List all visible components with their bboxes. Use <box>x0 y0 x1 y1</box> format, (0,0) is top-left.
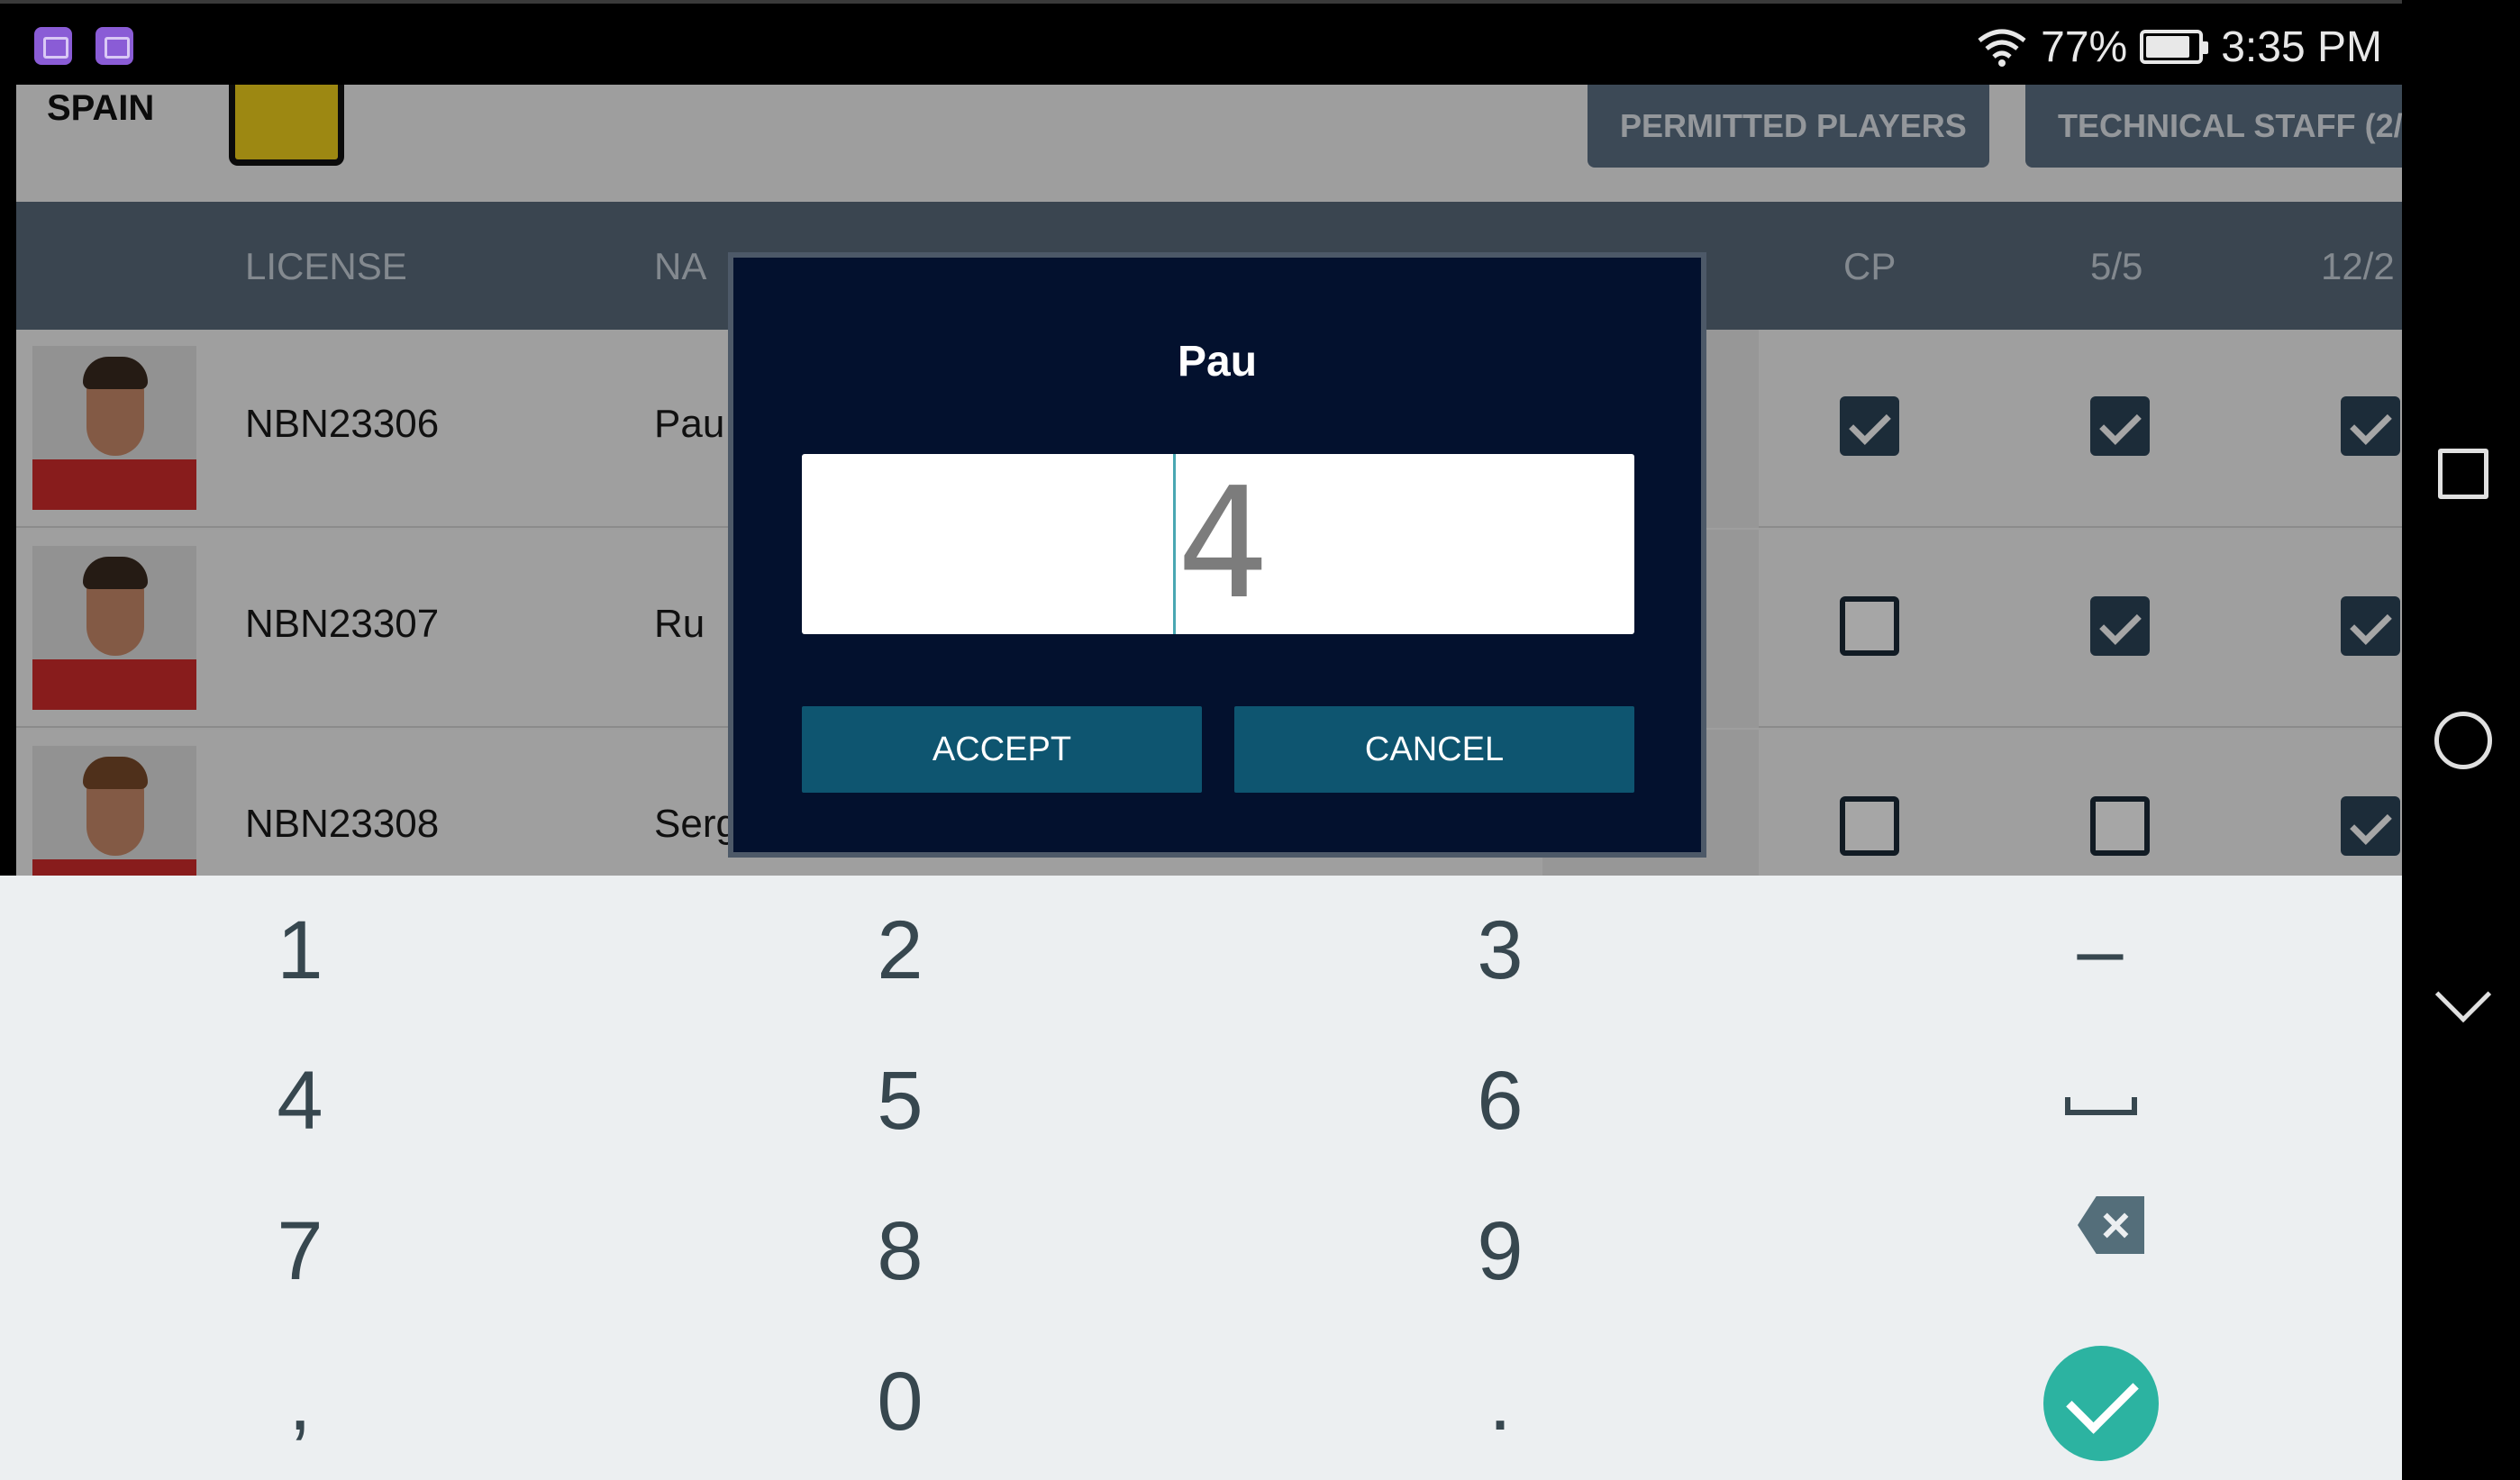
recent-apps-icon[interactable] <box>2438 449 2488 499</box>
check-icon[interactable] <box>2043 1346 2159 1461</box>
home-icon[interactable] <box>2434 712 2492 769</box>
key-2[interactable]: 2 <box>600 876 1200 1026</box>
key-7[interactable]: 7 <box>0 1176 600 1327</box>
accept-button[interactable]: ACCEPT <box>802 706 1202 793</box>
battery-percent: 77% <box>2041 23 2128 71</box>
numeric-keyboard: 1 2 3 – 4 5 6 7 8 9 × , 0 . <box>0 876 2402 1480</box>
key-3[interactable]: 3 <box>1200 876 1800 1026</box>
dialog-title: Pau <box>1177 338 1258 386</box>
key-0[interactable]: 0 <box>600 1327 1200 1477</box>
clock: 3:35 PM <box>2221 23 2382 71</box>
number-entry-dialog: Pau 4 ACCEPT CANCEL <box>728 252 1706 858</box>
key-1[interactable]: 1 <box>0 876 600 1026</box>
status-bar: 77% 3:35 PM <box>0 0 2402 85</box>
wifi-icon <box>1978 29 2026 67</box>
key-8[interactable]: 8 <box>600 1176 1200 1327</box>
key-9[interactable]: 9 <box>1200 1176 1800 1327</box>
status-indicators: 77% 3:35 PM <box>1976 20 2382 74</box>
battery-icon <box>2140 30 2209 64</box>
space-key-icon[interactable] <box>2065 1097 2137 1115</box>
backspace-icon[interactable]: × <box>2078 1196 2144 1254</box>
number-input-value: 4 <box>1177 455 1269 633</box>
cancel-button[interactable]: CANCEL <box>1234 706 1634 793</box>
key-comma[interactable]: , <box>0 1327 600 1477</box>
back-icon[interactable] <box>2434 966 2492 1023</box>
text-caret <box>1173 454 1176 634</box>
key-4[interactable]: 4 <box>0 1026 600 1176</box>
key-5[interactable]: 5 <box>600 1026 1200 1176</box>
key-6[interactable]: 6 <box>1200 1026 1800 1176</box>
navigation-bar <box>2402 0 2520 1480</box>
notification-icon-2 <box>96 27 133 65</box>
notification-icon-1 <box>34 27 72 65</box>
key-minus[interactable]: – <box>1800 876 2400 1026</box>
app-screen: SPAIN PERMITTED PLAYERS TECHNICAL STAFF … <box>16 85 2402 876</box>
key-period[interactable]: . <box>1200 1327 1800 1477</box>
